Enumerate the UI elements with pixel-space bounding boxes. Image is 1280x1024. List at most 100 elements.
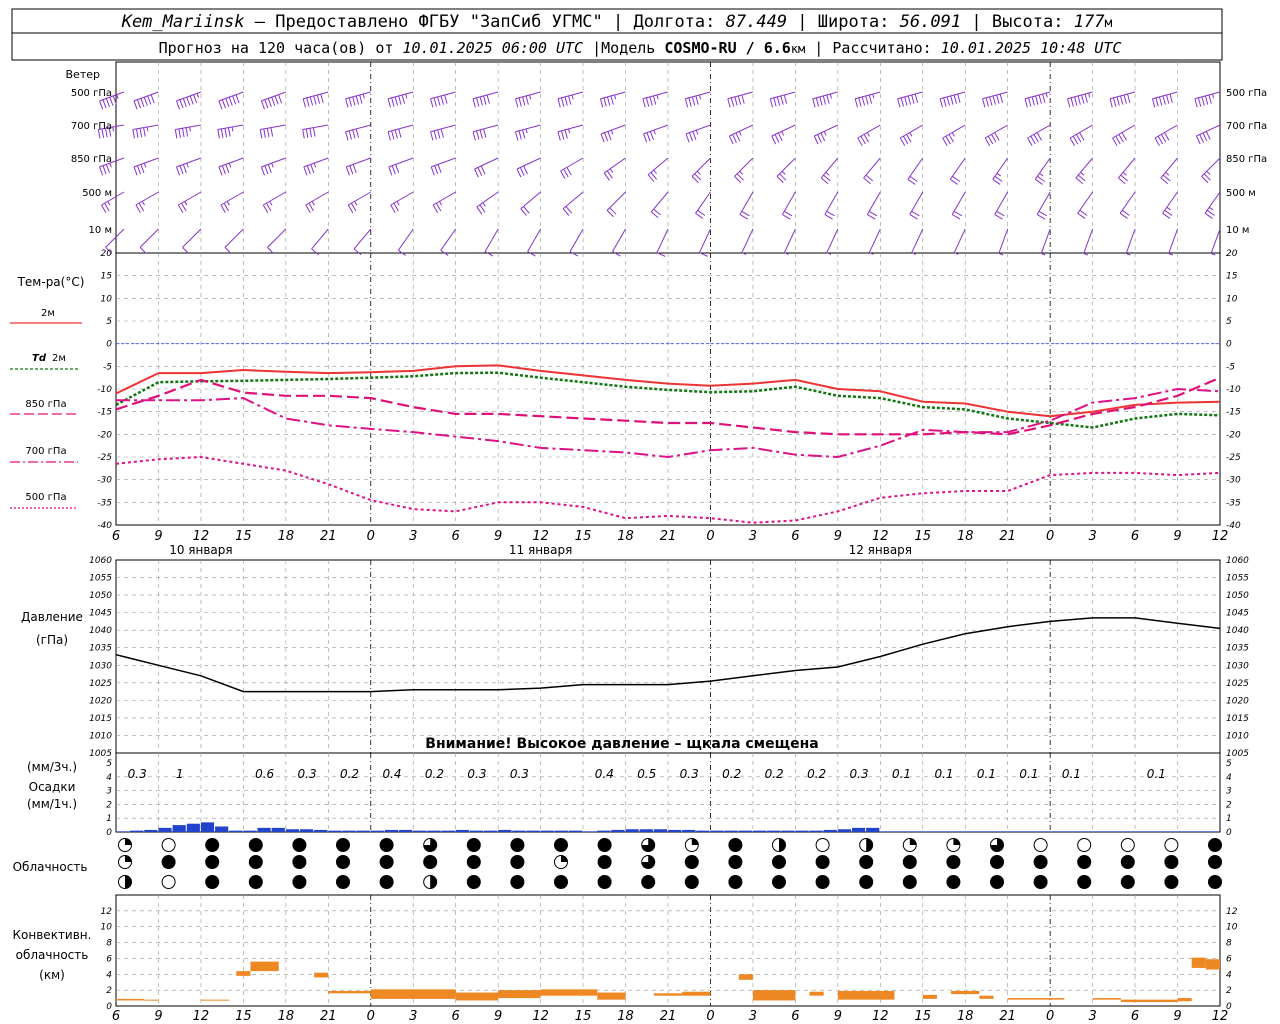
cloud-circle <box>161 875 176 889</box>
wind-barb-staff <box>397 228 414 251</box>
wind-barb-staff <box>182 228 202 248</box>
wind-barb-feather <box>943 97 947 107</box>
time-tick-label: 12 <box>532 529 549 544</box>
wind-barb <box>642 91 669 108</box>
wind-barb-feather <box>99 166 104 176</box>
temp-tick-left: -20 <box>97 430 112 440</box>
cloud-circle <box>946 855 961 869</box>
precip-bar <box>682 829 696 832</box>
wind-barb-half-feather <box>653 169 657 174</box>
precip-bar <box>370 830 384 832</box>
wind-barb-feather <box>394 129 398 139</box>
wind-barb-feather <box>939 98 943 108</box>
wind-barb-feather <box>522 129 526 139</box>
wind-barb-feather <box>783 210 793 217</box>
pressure-tick-left: 1055 <box>89 574 112 584</box>
wind-barb-feather <box>522 96 526 106</box>
wind-barb-half-feather <box>996 172 1001 177</box>
precip-3h-value: 0.2 <box>340 767 359 781</box>
wind-barb-feather <box>860 135 866 145</box>
wind-barb-feather <box>433 97 437 107</box>
cloud-circle <box>1164 855 1179 869</box>
wind-barb-feather <box>695 95 699 105</box>
precip-bar <box>554 830 568 832</box>
precip-bar <box>795 830 809 832</box>
wind-barb-feather <box>303 166 308 176</box>
wind-barb-feather <box>193 94 198 104</box>
cloud-half <box>125 875 132 889</box>
wind-barb-feather <box>643 133 648 143</box>
precip-bar <box>356 830 370 832</box>
cloud-circle <box>728 875 743 889</box>
wind-barb-feather <box>822 95 827 105</box>
precip-bar <box>922 831 936 832</box>
precip-bar <box>512 830 526 832</box>
wind-barb-feather <box>1199 134 1204 143</box>
precip-bar <box>951 831 965 832</box>
precip-bar <box>979 831 993 832</box>
wind-barb-feather <box>984 137 991 147</box>
wind-barb-feather <box>143 127 146 137</box>
wind-barb-feather <box>444 94 448 104</box>
time-tick-label: 21 <box>660 1009 677 1024</box>
cloud-circle <box>1120 838 1135 852</box>
wind-barb-half-feather <box>1126 252 1131 256</box>
wind-barb-feather <box>182 164 187 174</box>
wind-barb-feather <box>232 95 237 105</box>
wind-label: Ветер <box>66 68 100 81</box>
wind-barb-feather <box>776 96 781 106</box>
wind-barb <box>606 191 626 218</box>
precip-bar <box>781 830 795 832</box>
wind-barb-feather <box>1084 93 1088 103</box>
wind-barb-feather <box>1202 132 1208 142</box>
precip-bar <box>908 831 922 832</box>
cloud-circle <box>336 855 350 869</box>
cloud-cover-symbol <box>292 838 307 852</box>
cloud-cover-symbol <box>118 838 132 852</box>
wind-barb <box>260 157 287 176</box>
wind-barb-feather <box>650 211 659 219</box>
wind-barb-feather <box>189 95 194 105</box>
wind-barb-half-feather <box>1039 172 1044 177</box>
wind-barb-half-feather <box>189 126 191 132</box>
pressure-tick-right: 1015 <box>1226 714 1249 724</box>
conv-cloud-bar <box>597 992 626 1000</box>
pressure-tick-right: 1010 <box>1226 731 1249 741</box>
wind-barb <box>174 124 202 139</box>
conv-label-1: Конвективн. <box>13 928 92 942</box>
time-tick-label: 0 <box>367 1009 375 1024</box>
time-tick-label: 6 <box>791 1009 799 1024</box>
pressure-tick-left: 1060 <box>89 556 112 566</box>
wind-barb-feather <box>1194 98 1198 108</box>
wind-barb-feather <box>395 164 400 174</box>
wind-barb-feather <box>771 135 777 145</box>
wind-barb-feather <box>735 132 741 142</box>
time-tick-label: 9 <box>494 529 502 544</box>
wind-barb-feather <box>812 98 816 108</box>
wind-barb-half-feather <box>1168 252 1174 256</box>
wind-barb-half-feather <box>653 129 656 135</box>
precip-bar <box>852 827 866 832</box>
conv-tick-right: 10 <box>1226 923 1238 933</box>
conv-tick-left: 6 <box>106 954 112 964</box>
wind-barb-feather <box>737 95 742 105</box>
wind-barb-feather <box>813 135 819 145</box>
header-line-1: Kem_Mariinsk – Предоставлено ФГБУ "ЗапСи… <box>121 12 1113 32</box>
wind-barb-half-feather <box>614 94 617 100</box>
cloud-circle <box>510 855 525 869</box>
wind-barb-half-feather <box>568 128 571 134</box>
cloud-cover-symbol <box>466 838 481 852</box>
date-label: 10 января <box>169 543 232 557</box>
wind-barb-feather <box>352 129 356 139</box>
wind-barb-half-feather <box>1206 170 1211 175</box>
wind-barb <box>345 124 371 141</box>
wind-barb-half-feather <box>610 129 614 135</box>
wind-barb-feather <box>994 214 1003 220</box>
wind-barb-feather <box>780 95 784 105</box>
precip-bar <box>724 830 738 832</box>
cloud-cover-symbol <box>336 838 350 852</box>
wind-barb-feather <box>313 95 317 105</box>
wind-barb-feather <box>348 130 352 140</box>
wind-barb-staff <box>353 228 372 250</box>
wind-barb-feather <box>569 251 579 257</box>
